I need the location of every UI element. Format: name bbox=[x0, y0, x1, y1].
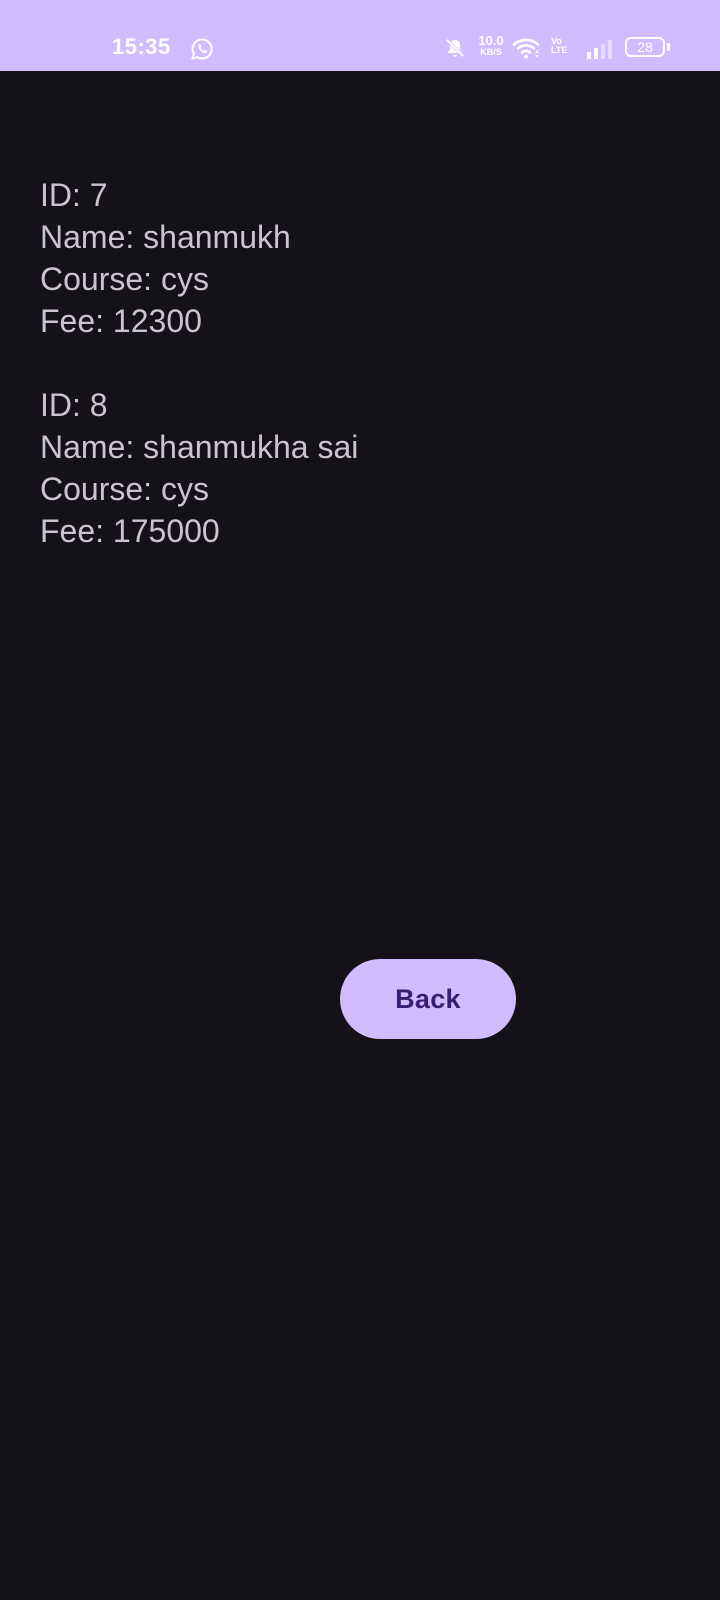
records-list: ID: 7 Name: shanmukh Course: cys Fee: 12… bbox=[40, 174, 680, 594]
record-name: Name: shanmukh bbox=[40, 219, 291, 255]
wifi-icon bbox=[512, 38, 540, 59]
battery-icon: 28 bbox=[625, 37, 665, 57]
status-bar: 15:35 10.0 KB/S Vo LTE 28 bbox=[0, 0, 720, 71]
battery-level: 28 bbox=[637, 39, 653, 55]
record-id: ID: 7 bbox=[40, 177, 108, 213]
mute-icon bbox=[445, 38, 465, 58]
record-fee: Fee: 175000 bbox=[40, 513, 220, 549]
net-speed-unit: KB/S bbox=[480, 47, 502, 57]
net-speed-value: 10.0 bbox=[478, 33, 504, 48]
whatsapp-icon bbox=[191, 38, 213, 60]
record-name: Name: shanmukha sai bbox=[40, 429, 359, 465]
record-course: Course: cys bbox=[40, 471, 209, 507]
status-time: 15:35 bbox=[112, 34, 171, 59]
volte-bottom: LTE bbox=[551, 45, 568, 55]
net-speed-indicator: 10.0 KB/S bbox=[474, 34, 508, 57]
record-id: ID: 8 bbox=[40, 387, 108, 423]
record-fee: Fee: 12300 bbox=[40, 303, 202, 339]
back-button[interactable]: Back bbox=[340, 959, 516, 1039]
record-item: ID: 8 Name: shanmukha sai Course: cys Fe… bbox=[40, 384, 680, 552]
battery-tip bbox=[667, 43, 670, 51]
record-item: ID: 7 Name: shanmukh Course: cys Fee: 12… bbox=[40, 174, 680, 342]
record-course: Course: cys bbox=[40, 261, 209, 297]
signal-icon bbox=[587, 40, 612, 59]
volte-indicator: Vo LTE bbox=[551, 37, 567, 55]
